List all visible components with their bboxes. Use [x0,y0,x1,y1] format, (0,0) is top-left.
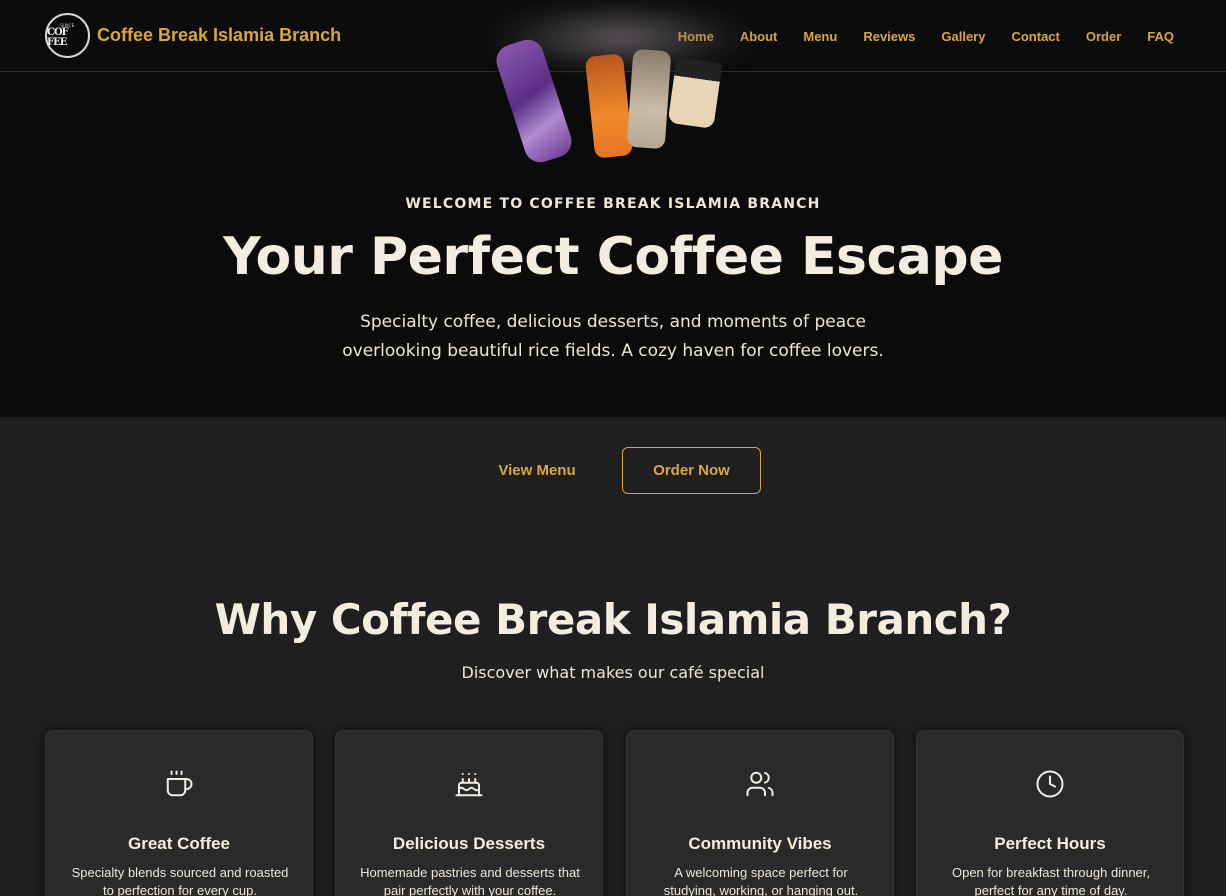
brand-logo: SINCE COF FEE [45,13,90,58]
hero-eyebrow: WELCOME TO COFFEE BREAK ISLAMIA BRANCH [405,196,821,212]
clock-icon [917,769,1183,799]
nav-link-faq[interactable]: FAQ [1147,29,1174,44]
why-section-subtitle: Discover what makes our café special [461,663,765,682]
feature-card-title: Delicious Desserts [392,834,546,853]
nav-link-home[interactable]: Home [678,29,714,44]
nav-links: Home About Menu Reviews Gallery Contact … [678,0,1174,72]
feature-card-text: Specialty blends sourced and roasted to … [71,865,289,896]
nav-link-reviews[interactable]: Reviews [863,29,915,44]
hero-section: WELCOME TO COFFEE BREAK ISLAMIA BRANCH Y… [0,72,1226,417]
hero-subtitle: Specialty coffee, delicious desserts, an… [342,312,884,361]
logo-main-text: COF FEE [47,26,69,48]
view-menu-button[interactable]: View Menu [479,447,595,494]
feature-card-hours: Perfect Hours Open for breakfast through… [916,730,1184,896]
feature-card-title: Community Vibes [688,834,832,853]
nav-link-menu[interactable]: Menu [803,29,837,44]
nav-link-contact[interactable]: Contact [1011,29,1059,44]
order-now-button[interactable]: Order Now [622,447,761,494]
hero-cta-group: View Menu Order Now [0,447,1226,494]
feature-card-title: Perfect Hours [994,834,1106,853]
feature-card-great-coffee: Great Coffee Specialty blends sourced an… [45,730,313,896]
feature-card-text: Open for breakfast through dinner, perfe… [951,865,1150,896]
hero-title: Your Perfect Coffee Escape [223,227,1003,287]
users-icon [627,769,893,799]
feature-card-community: Community Vibes A welcoming space perfec… [626,730,894,896]
why-section-title: Why Coffee Break Islamia Branch? [214,595,1012,644]
feature-card-text: A welcoming space perfect for studying, … [663,865,859,896]
top-navbar: SINCE COF FEE Coffee Break Islamia Branc… [0,0,1226,72]
feature-card-desserts: Delicious Desserts Homemade pastries and… [335,730,603,896]
coffee-cup-icon [46,769,312,799]
nav-link-about[interactable]: About [740,29,778,44]
feature-card-text: Homemade pastries and desserts that pair… [360,865,580,896]
brand-name[interactable]: Coffee Break Islamia Branch [97,25,341,46]
nav-link-gallery[interactable]: Gallery [941,29,985,44]
brand-link[interactable]: SINCE COF FEE Coffee Break Islamia Branc… [45,13,341,58]
cake-icon [336,769,602,799]
feature-card-title: Great Coffee [127,834,231,853]
nav-link-order[interactable]: Order [1086,29,1121,44]
